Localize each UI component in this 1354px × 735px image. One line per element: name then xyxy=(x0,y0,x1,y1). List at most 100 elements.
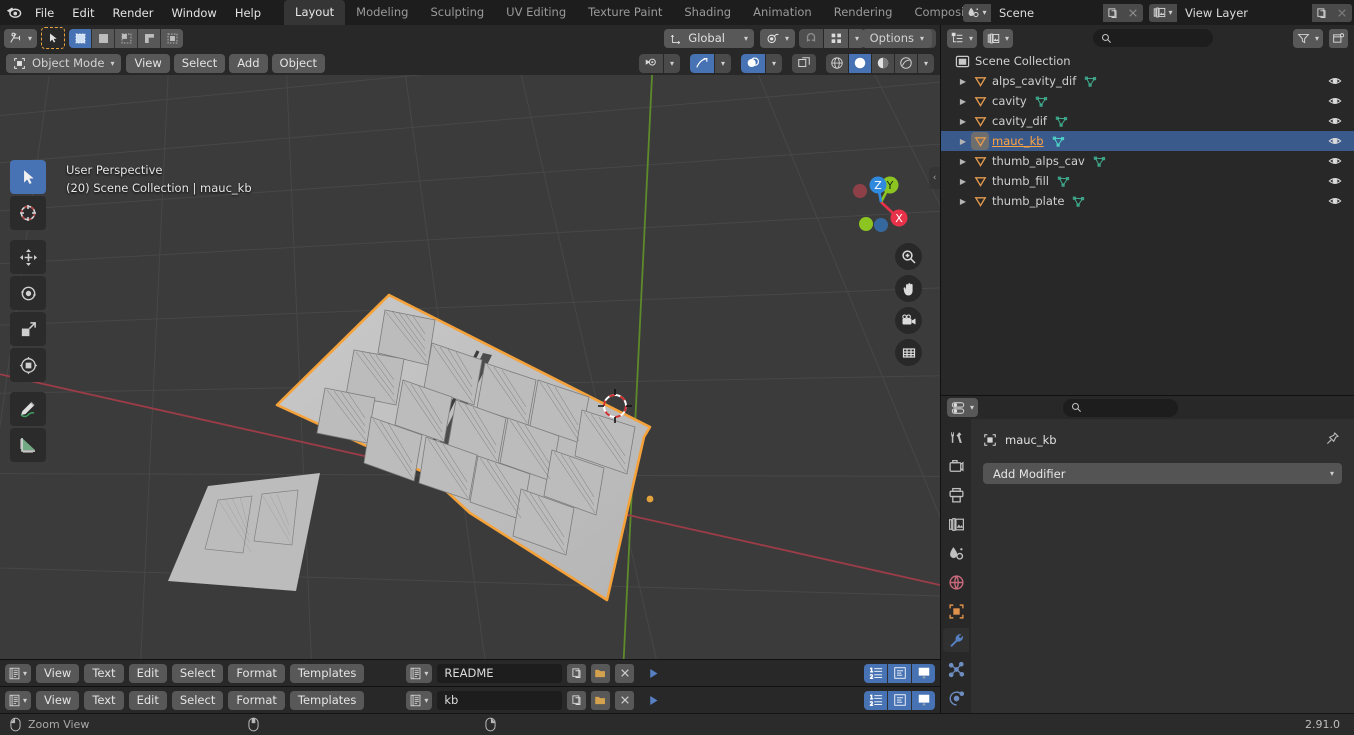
render-tab[interactable] xyxy=(943,454,969,478)
text-editor-1-menu-format[interactable]: Format xyxy=(228,663,285,683)
line-numbers-toggle[interactable]: 12 xyxy=(864,663,887,683)
expand-arrow-icon[interactable]: ▶ xyxy=(955,117,971,126)
magnet-icon[interactable] xyxy=(799,28,823,48)
view-layer-name-field[interactable]: View Layer xyxy=(1177,3,1312,22)
snap-target-icon[interactable] xyxy=(824,28,848,48)
text-editor-1-unlink-icon[interactable] xyxy=(615,663,635,683)
text-editor-2-new-icon[interactable] xyxy=(567,690,587,710)
text-editor-1-menu-templates[interactable]: Templates xyxy=(289,663,365,683)
outliner-row-mauc_kb[interactable]: ▶ mauc_kb xyxy=(941,131,1354,151)
expand-arrow-icon[interactable]: ▶ xyxy=(955,97,971,106)
text-editor-2-open-icon[interactable] xyxy=(591,690,611,710)
new-collection-icon[interactable] xyxy=(1329,28,1348,48)
outliner-row-alps_cavity_dif[interactable]: ▶ alps_cavity_dif xyxy=(941,71,1354,91)
text-editor-2-menu-templates[interactable]: Templates xyxy=(289,690,365,710)
topbar-menu-file[interactable]: File xyxy=(26,3,63,23)
pivot-point-dropdown[interactable]: ▾ xyxy=(759,28,795,48)
text-editor-2-menu-text[interactable]: Text xyxy=(84,690,124,710)
visibility-eye-icon[interactable] xyxy=(1328,131,1342,151)
topbar-menu-help[interactable]: Help xyxy=(226,3,270,23)
visibility-eye-icon[interactable] xyxy=(1328,191,1342,211)
rotate-tool[interactable] xyxy=(10,276,46,310)
line-numbers-toggle[interactable]: 12 xyxy=(864,690,887,710)
scene-selector[interactable]: ▾ Scene xyxy=(963,3,1143,22)
camera-view-button[interactable] xyxy=(895,307,922,334)
outliner[interactable]: Scene Collection ▶ alps_cavity_dif ▶ cavity… xyxy=(941,51,1354,395)
annotate-tool[interactable] xyxy=(10,392,46,426)
visibility-eye-icon[interactable] xyxy=(1328,151,1342,171)
editor-type-properties-icon[interactable]: ▾ xyxy=(947,398,979,417)
select-subtract-button[interactable] xyxy=(115,28,138,48)
scene-name-field[interactable]: Scene xyxy=(991,3,1103,22)
text-editor-1-run-script-icon[interactable] xyxy=(642,664,664,683)
toggle-perspective-button[interactable] xyxy=(895,339,922,366)
snap-group[interactable]: ▾ xyxy=(799,28,865,48)
output-tab[interactable] xyxy=(943,483,969,507)
unlink-scene-button[interactable] xyxy=(1123,3,1143,22)
scene-tab[interactable] xyxy=(943,541,969,565)
move-tool[interactable] xyxy=(10,240,46,274)
world-tab[interactable] xyxy=(943,570,969,594)
properties-search-input[interactable] xyxy=(1063,398,1178,417)
transform-orientation-dropdown[interactable]: Global ▾ xyxy=(664,28,754,48)
cursor-tool[interactable] xyxy=(10,196,46,230)
select-set-button[interactable] xyxy=(69,28,92,48)
syntax-highlight-toggle[interactable] xyxy=(912,663,935,683)
measure-tool[interactable] xyxy=(10,428,46,462)
viewport-menu-object[interactable]: Object xyxy=(271,53,325,73)
topbar-menu-render[interactable]: Render xyxy=(104,3,163,23)
text-datablock-icon[interactable]: ▾ xyxy=(406,690,433,710)
text-editor-1-filename-field[interactable]: README xyxy=(437,663,563,683)
mesh-data-icon[interactable] xyxy=(1093,155,1106,168)
workspace-tab-animation[interactable]: Animation xyxy=(742,0,823,25)
outliner-row-cavity[interactable]: ▶ cavity xyxy=(941,91,1354,111)
outliner-row-cavity_dif[interactable]: ▶ cavity_dif xyxy=(941,111,1354,131)
overlays-caret[interactable]: ▾ xyxy=(766,53,782,73)
visibility-eye-icon[interactable] xyxy=(1328,171,1342,191)
funnel-icon[interactable]: ▾ xyxy=(1292,28,1323,48)
outliner-row-thumb_fill[interactable]: ▶ thumb_fill xyxy=(941,171,1354,191)
expand-arrow-icon[interactable]: ▶ xyxy=(955,137,971,146)
pin-icon[interactable] xyxy=(1325,431,1340,446)
mesh-data-icon[interactable] xyxy=(1057,175,1070,188)
workspace-tab-texture-paint[interactable]: Texture Paint xyxy=(577,0,673,25)
xray-icon[interactable] xyxy=(792,53,816,73)
select-intersect-button[interactable] xyxy=(161,28,184,48)
remove-view-layer-button[interactable] xyxy=(1332,3,1352,22)
solid-shading-button[interactable] xyxy=(849,53,871,73)
physics-tab[interactable] xyxy=(943,686,969,710)
visibility-group[interactable]: ▾ xyxy=(639,53,680,73)
mesh-data-icon[interactable] xyxy=(1084,75,1097,88)
shading-modes-group[interactable]: ▾ xyxy=(826,53,934,73)
view-layer-icon[interactable]: ▾ xyxy=(1149,3,1177,22)
outliner-row-thumb_alps_cav[interactable]: ▶ thumb_alps_cav xyxy=(941,151,1354,171)
mesh-data-icon[interactable] xyxy=(1035,95,1048,108)
select-invert-button[interactable] xyxy=(138,28,161,48)
workspace-tab-sculpting[interactable]: Sculpting xyxy=(419,0,495,25)
select-extend-button[interactable] xyxy=(92,28,115,48)
gizmo-icon[interactable] xyxy=(690,53,714,73)
viewport-menu-add[interactable]: Add xyxy=(229,53,268,73)
gizmo-group[interactable]: ▾ xyxy=(690,53,731,73)
visibility-caret[interactable]: ▾ xyxy=(664,53,680,73)
view-layer-tab[interactable] xyxy=(943,512,969,536)
overlays-icon[interactable] xyxy=(741,53,765,73)
workspace-tab-layout[interactable]: Layout xyxy=(284,0,346,25)
text-editor-1-menu-view[interactable]: View xyxy=(36,663,80,683)
workspace-tab-rendering[interactable]: Rendering xyxy=(823,0,904,25)
editor-type-outliner-icon[interactable]: ▾ xyxy=(947,28,978,48)
word-wrap-toggle[interactable] xyxy=(888,690,911,710)
blender-logo-icon[interactable] xyxy=(0,0,26,25)
view-layer-selector[interactable]: ▾ View Layer xyxy=(1149,3,1352,22)
scale-tool[interactable] xyxy=(10,312,46,346)
workspace-tab-shading[interactable]: Shading xyxy=(673,0,742,25)
outliner-search-input[interactable] xyxy=(1093,29,1213,47)
visibility-eye-icon[interactable] xyxy=(1328,71,1342,91)
editor-type-text-icon[interactable]: ▾ xyxy=(5,663,32,683)
viewport-menu-select[interactable]: Select xyxy=(173,53,226,73)
tweak-select-box-tool[interactable] xyxy=(10,160,46,194)
text-editor-2-menu-view[interactable]: View xyxy=(36,690,80,710)
text-editor-2-filename-field[interactable]: kb xyxy=(437,690,563,710)
text-datablock-icon[interactable]: ▾ xyxy=(406,663,433,683)
outliner-display-mode-dropdown[interactable]: ▾ xyxy=(983,28,1014,48)
